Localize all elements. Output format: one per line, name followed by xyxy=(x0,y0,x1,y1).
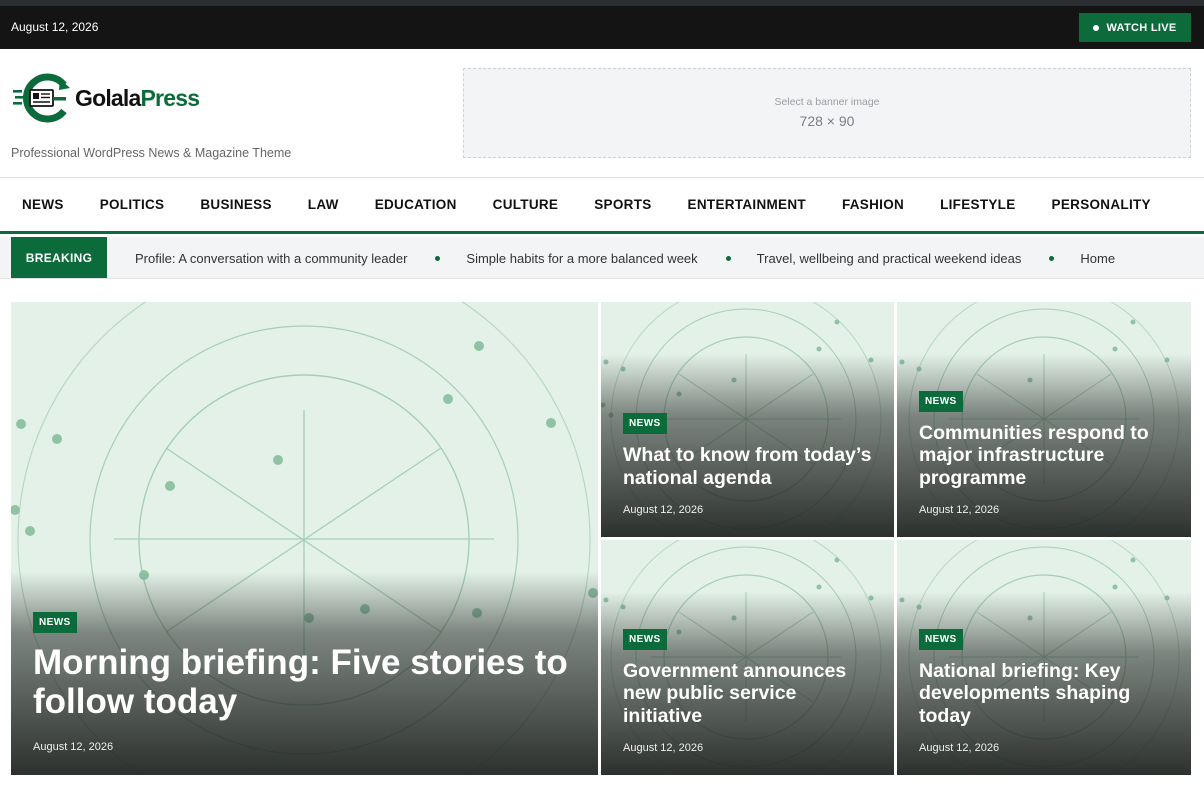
site-tagline: Professional WordPress News & Magazine T… xyxy=(11,146,292,160)
story-card[interactable]: NEWS National briefing: Key developments… xyxy=(897,540,1191,775)
ticker-item[interactable]: Simple habits for a more balanced week xyxy=(466,251,697,266)
banner-placeholder[interactable]: Select a banner image 728 × 90 xyxy=(463,68,1191,158)
nav-item-business[interactable]: BUSINESS xyxy=(182,197,289,212)
ticker-item[interactable]: Profile: A conversation with a community… xyxy=(135,251,407,266)
main-nav: NEWS POLITICS BUSINESS LAW EDUCATION CUL… xyxy=(0,178,1204,234)
ticker-list: Profile: A conversation with a community… xyxy=(135,237,1115,278)
featured-story-title[interactable]: Morning briefing: Five stories to follow… xyxy=(33,643,574,721)
story-date: August 12, 2026 xyxy=(623,504,704,516)
category-tag[interactable]: NEWS xyxy=(919,628,963,650)
live-dot-icon xyxy=(1093,24,1100,31)
story-date: August 12, 2026 xyxy=(919,504,1000,516)
site-header: GolalaPress Professional WordPress News … xyxy=(0,49,1204,178)
story-title[interactable]: Government announces new public service … xyxy=(623,660,876,728)
watch-live-button[interactable]: WATCH LIVE xyxy=(1079,13,1191,42)
ticker-item[interactable]: Home xyxy=(1080,251,1115,266)
story-card[interactable]: NEWS Government announces new public ser… xyxy=(601,540,894,775)
ticker-separator-dot xyxy=(1049,255,1055,261)
featured-story-date: August 12, 2026 xyxy=(33,741,114,753)
story-title[interactable]: National briefing: Key developments shap… xyxy=(919,660,1173,728)
logo-mark-icon xyxy=(13,73,70,123)
featured-story-card[interactable]: NEWS Morning briefing: Five stories to f… xyxy=(11,302,598,775)
category-tag[interactable]: NEWS xyxy=(623,628,667,650)
ticker-separator-dot xyxy=(725,255,731,261)
nav-item-politics[interactable]: POLITICS xyxy=(82,197,183,212)
logo-suffix: Press xyxy=(140,84,200,111)
nav-item-news[interactable]: NEWS xyxy=(4,197,82,212)
story-info: NEWS What to know from today’s national … xyxy=(623,413,876,516)
nav-item-entertainment[interactable]: ENTERTAINMENT xyxy=(670,197,824,212)
category-tag[interactable]: NEWS xyxy=(919,390,963,412)
top-bar: August 12, 2026 WATCH LIVE xyxy=(0,0,1204,49)
story-card[interactable]: NEWS Communities respond to major infras… xyxy=(897,302,1191,537)
story-card[interactable]: NEWS What to know from today’s national … xyxy=(601,302,894,537)
site-logo[interactable]: GolalaPress xyxy=(13,73,213,123)
story-date: August 12, 2026 xyxy=(919,742,1000,754)
breaking-label: BREAKING xyxy=(11,237,107,278)
nav-item-personality[interactable]: PERSONALITY xyxy=(1034,197,1169,212)
ticker-separator-dot xyxy=(435,255,441,261)
banner-hint: Select a banner image xyxy=(774,96,880,108)
story-info: NEWS National briefing: Key developments… xyxy=(919,628,1173,754)
nav-item-education[interactable]: EDUCATION xyxy=(357,197,475,212)
category-tag[interactable]: NEWS xyxy=(33,611,77,633)
nav-item-fashion[interactable]: FASHION xyxy=(824,197,922,212)
nav-item-culture[interactable]: CULTURE xyxy=(475,197,577,212)
featured-story-info: NEWS Morning briefing: Five stories to f… xyxy=(33,611,574,753)
story-info: NEWS Communities respond to major infras… xyxy=(919,390,1173,516)
logo-wordmark: GolalaPress xyxy=(75,84,200,112)
nav-item-lifestyle[interactable]: LIFESTYLE xyxy=(922,197,1033,212)
story-date: August 12, 2026 xyxy=(623,742,704,754)
logo-prefix: Golala xyxy=(75,84,141,111)
category-tag[interactable]: NEWS xyxy=(623,413,667,435)
ticker-item[interactable]: Travel, wellbeing and practical weekend … xyxy=(757,251,1022,266)
nav-item-sports[interactable]: SPORTS xyxy=(576,197,669,212)
story-title[interactable]: Communities respond to major infrastruct… xyxy=(919,422,1173,490)
story-info: NEWS Government announces new public ser… xyxy=(623,628,876,754)
breaking-ticker: BREAKING Profile: A conversation with a … xyxy=(0,237,1204,279)
banner-size: 728 × 90 xyxy=(799,113,855,129)
watch-live-label: WATCH LIVE xyxy=(1106,21,1177,34)
current-date: August 12, 2026 xyxy=(11,20,99,34)
story-title[interactable]: What to know from today’s national agend… xyxy=(623,444,876,490)
nav-item-law[interactable]: LAW xyxy=(290,197,357,212)
